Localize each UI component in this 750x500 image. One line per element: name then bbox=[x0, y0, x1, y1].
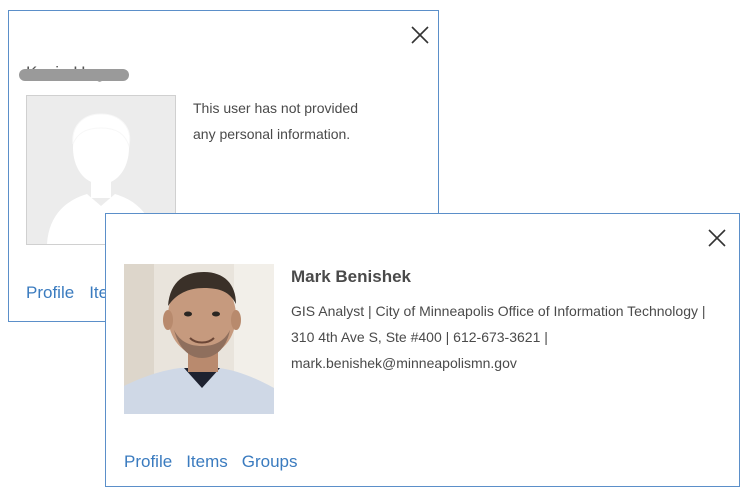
items-link[interactable]: Items bbox=[186, 452, 228, 471]
redaction-bar bbox=[19, 69, 129, 81]
profile-link[interactable]: Profile bbox=[26, 283, 74, 302]
user-bio: GIS Analyst | City of Minneapolis Office… bbox=[291, 303, 706, 371]
close-icon[interactable] bbox=[410, 25, 430, 45]
profile-link[interactable]: Profile bbox=[124, 452, 172, 471]
user-card-front: Mark Benishek GIS Analyst | City of Minn… bbox=[105, 213, 740, 487]
user-name: Mark Benishek bbox=[291, 267, 411, 286]
groups-link[interactable]: Groups bbox=[242, 452, 298, 471]
front-card-links: Profile Items Groups bbox=[124, 452, 298, 472]
no-info-message: This user has not provided any personal … bbox=[193, 100, 358, 142]
close-icon[interactable] bbox=[707, 228, 727, 248]
user-photo bbox=[124, 264, 274, 414]
